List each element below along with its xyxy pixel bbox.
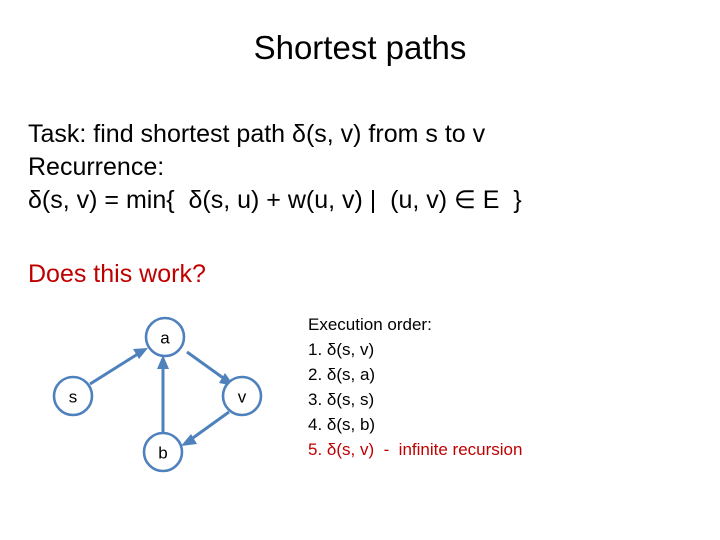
graph-node-a[interactable]: a bbox=[144, 316, 186, 358]
graph-node-b[interactable]: b bbox=[142, 431, 184, 473]
body-text-block: Task: find shortest path δ(s, v) from s … bbox=[28, 118, 678, 217]
graph-diagram: a s v b bbox=[40, 308, 300, 493]
execution-step-1: 1. δ(s, v) bbox=[308, 340, 375, 359]
recurrence-label: Recurrence: bbox=[28, 153, 165, 181]
execution-step-5: 5. δ(s, v) - infinite recursion bbox=[308, 440, 523, 459]
execution-order-heading: Execution order: bbox=[308, 315, 432, 334]
execution-order-panel: Execution order: 1. δ(s, v) 2. δ(s, a) 3… bbox=[308, 312, 638, 462]
task-line: Task: find shortest path δ(s, v) from s … bbox=[28, 120, 486, 148]
recurrence-formula: δ(s, v) = min{ δ(s, u) + w(u, v) | (u, v… bbox=[28, 186, 522, 214]
graph-node-s-label: s bbox=[69, 388, 78, 407]
slide-canvas: Shortest paths Task: find shortest path … bbox=[0, 0, 720, 540]
edge-a-to-v bbox=[186, 350, 234, 386]
execution-step-3: 3. δ(s, s) bbox=[308, 390, 375, 409]
execution-step-2: 2. δ(s, a) bbox=[308, 365, 376, 384]
graph-node-b-label: b bbox=[158, 444, 167, 463]
page-title: Shortest paths bbox=[253, 29, 467, 66]
graph-node-a-label: a bbox=[160, 329, 170, 348]
edge-b-to-a bbox=[157, 355, 169, 433]
graph-node-v[interactable]: v bbox=[221, 375, 263, 417]
graph-node-v-label: v bbox=[238, 388, 247, 407]
graph-node-s[interactable]: s bbox=[52, 375, 94, 417]
question-text: Does this work? bbox=[28, 260, 206, 288]
edge-v-to-b bbox=[181, 410, 230, 446]
execution-step-4: 4. δ(s, b) bbox=[308, 415, 376, 434]
edge-s-to-a bbox=[89, 348, 148, 386]
